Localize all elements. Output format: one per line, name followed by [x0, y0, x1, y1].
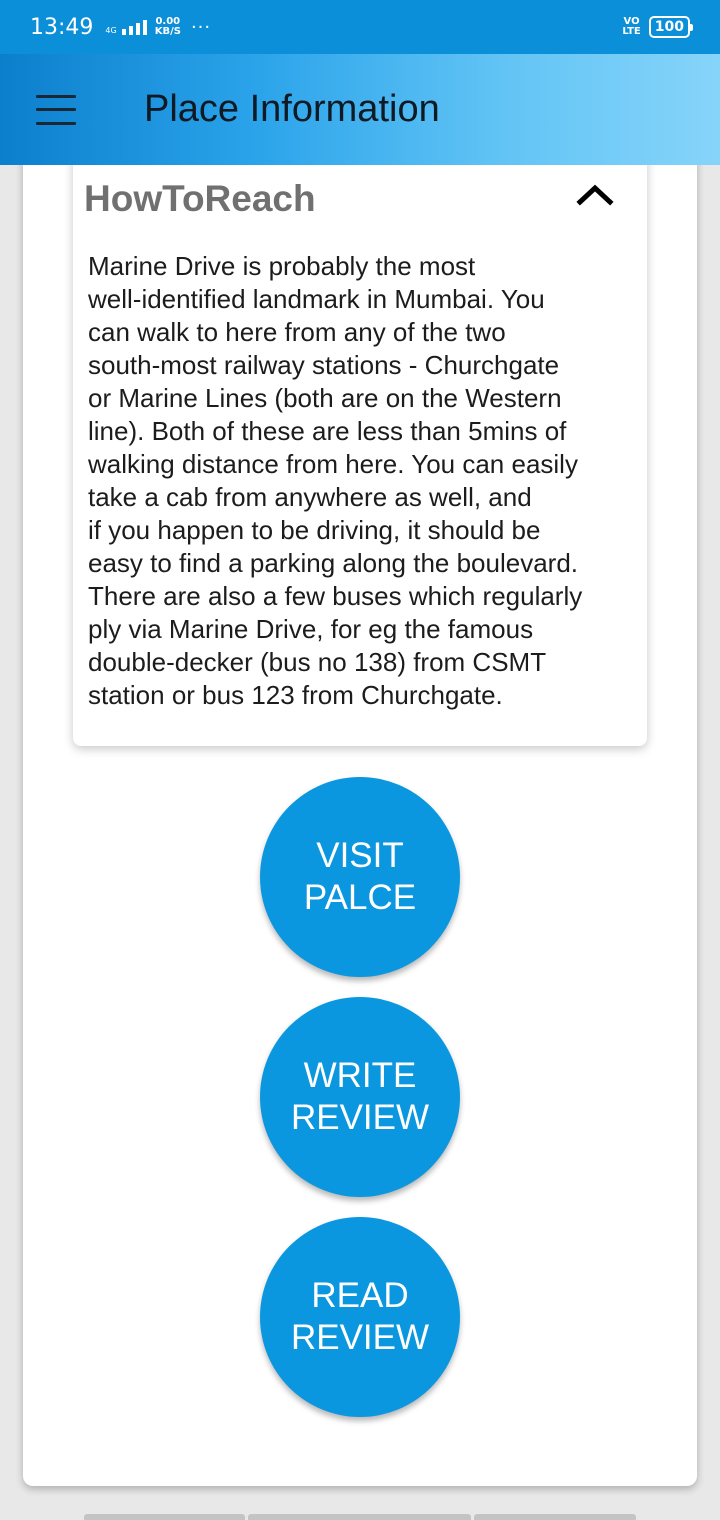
- write-review-button[interactable]: WRITE REVIEW: [260, 997, 460, 1197]
- network-speed: 0.00 KB/S: [154, 16, 181, 37]
- hamburger-menu-icon[interactable]: [36, 94, 76, 125]
- how-to-reach-card: HowToReach Marine Drive is probably the …: [73, 150, 647, 746]
- app-bar: Place Information: [0, 54, 720, 165]
- signal-icon: 4G: [105, 19, 147, 35]
- status-bar: 13:49 4G 0.00 KB/S ··· VO LTE 100: [0, 0, 720, 54]
- bottom-tabs: [84, 1514, 636, 1520]
- visit-place-button[interactable]: VISIT PALCE: [260, 777, 460, 977]
- battery-icon: 100: [648, 16, 694, 38]
- page-title: Place Information: [144, 88, 440, 130]
- more-notifications-icon: ···: [190, 16, 212, 38]
- bottom-tab[interactable]: [248, 1514, 471, 1520]
- bottom-tab[interactable]: [474, 1514, 636, 1520]
- volte-icon: VO LTE: [622, 16, 641, 37]
- card-title: HowToReach: [84, 178, 316, 219]
- card-body-text: Marine Drive is probably the most well-i…: [88, 251, 583, 710]
- read-review-button[interactable]: READ REVIEW: [260, 1217, 460, 1417]
- chevron-up-icon[interactable]: [575, 178, 615, 210]
- bottom-tab[interactable]: [84, 1514, 245, 1520]
- status-time: 13:49: [30, 14, 94, 40]
- network-type: 4G: [105, 25, 117, 35]
